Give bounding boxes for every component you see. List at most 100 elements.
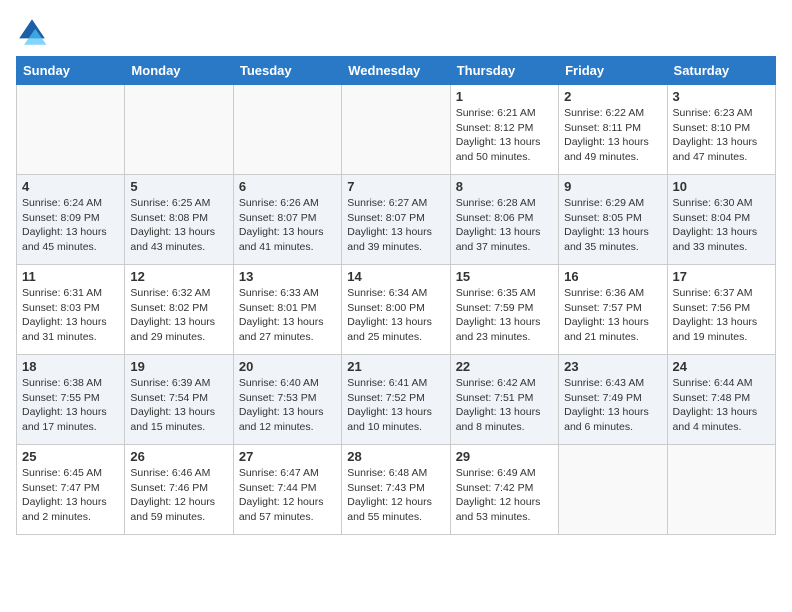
day-number: 20 [239,359,336,374]
calendar-cell: 10 Sunrise: 6:30 AMSunset: 8:04 PMDayligh… [667,175,775,265]
calendar-cell: 23 Sunrise: 6:43 AMSunset: 7:49 PMDayligh… [559,355,667,445]
calendar-cell: 18 Sunrise: 6:38 AMSunset: 7:55 PMDayligh… [17,355,125,445]
calendar-cell: 13 Sunrise: 6:33 AMSunset: 8:01 PMDayligh… [233,265,341,355]
calendar-cell: 11 Sunrise: 6:31 AMSunset: 8:03 PMDayligh… [17,265,125,355]
calendar-cell: 7 Sunrise: 6:27 AMSunset: 8:07 PMDaylight… [342,175,450,265]
day-detail: Sunrise: 6:23 AMSunset: 8:10 PMDaylight:… [673,106,770,165]
day-number: 14 [347,269,444,284]
calendar-cell: 14 Sunrise: 6:34 AMSunset: 8:00 PMDayligh… [342,265,450,355]
calendar-week-row: 11 Sunrise: 6:31 AMSunset: 8:03 PMDayligh… [17,265,776,355]
day-detail: Sunrise: 6:35 AMSunset: 7:59 PMDaylight:… [456,286,553,345]
calendar-day-header: Wednesday [342,57,450,85]
calendar-cell: 4 Sunrise: 6:24 AMSunset: 8:09 PMDaylight… [17,175,125,265]
day-detail: Sunrise: 6:37 AMSunset: 7:56 PMDaylight:… [673,286,770,345]
day-detail: Sunrise: 6:46 AMSunset: 7:46 PMDaylight:… [130,466,227,525]
calendar-cell: 19Sunrise: 6:39 AMSunset: 7:54 PMDayligh… [125,355,233,445]
calendar-cell: 6 Sunrise: 6:26 AMSunset: 8:07 PMDaylight… [233,175,341,265]
calendar-cell: 22 Sunrise: 6:42 AMSunset: 7:51 PMDayligh… [450,355,558,445]
day-number: 23 [564,359,661,374]
calendar-cell [559,445,667,535]
day-number: 21 [347,359,444,374]
day-detail: Sunrise: 6:28 AMSunset: 8:06 PMDaylight:… [456,196,553,255]
calendar-week-row: 25 Sunrise: 6:45 AMSunset: 7:47 PMDayligh… [17,445,776,535]
day-detail: Sunrise: 6:26 AMSunset: 8:07 PMDaylight:… [239,196,336,255]
calendar-cell: 12 Sunrise: 6:32 AMSunset: 8:02 PMDayligh… [125,265,233,355]
day-detail: Sunrise: 6:40 AMSunset: 7:53 PMDaylight:… [239,376,336,435]
day-detail: Sunrise: 6:24 AMSunset: 8:09 PMDaylight:… [22,196,119,255]
calendar-cell [233,85,341,175]
day-number: 18 [22,359,119,374]
day-number: 8 [456,179,553,194]
day-detail: Sunrise: 6:30 AMSunset: 8:04 PMDaylight:… [673,196,770,255]
calendar-cell: 8 Sunrise: 6:28 AMSunset: 8:06 PMDaylight… [450,175,558,265]
day-number: 6 [239,179,336,194]
day-number: 9 [564,179,661,194]
day-number: 28 [347,449,444,464]
day-detail: Sunrise: 6:32 AMSunset: 8:02 PMDaylight:… [130,286,227,345]
day-number: 25 [22,449,119,464]
day-detail: Sunrise: 6:38 AMSunset: 7:55 PMDaylight:… [22,376,119,435]
day-number: 17 [673,269,770,284]
calendar-cell [667,445,775,535]
day-number: 29 [456,449,553,464]
day-detail: Sunrise: 6:45 AMSunset: 7:47 PMDaylight:… [22,466,119,525]
day-number: 5 [130,179,227,194]
day-detail: Sunrise: 6:27 AMSunset: 8:07 PMDaylight:… [347,196,444,255]
logo [16,16,52,48]
day-number: 22 [456,359,553,374]
day-number: 7 [347,179,444,194]
calendar-cell: 25 Sunrise: 6:45 AMSunset: 7:47 PMDayligh… [17,445,125,535]
day-detail: Sunrise: 6:42 AMSunset: 7:51 PMDaylight:… [456,376,553,435]
day-detail: Sunrise: 6:44 AMSunset: 7:48 PMDaylight:… [673,376,770,435]
day-number: 1 [456,89,553,104]
day-detail: Sunrise: 6:39 AMSunset: 7:54 PMDaylight:… [130,376,227,435]
calendar-cell: 21 Sunrise: 6:41 AMSunset: 7:52 PMDayligh… [342,355,450,445]
page-header [16,16,776,48]
calendar-cell [125,85,233,175]
calendar-cell: 27 Sunrise: 6:47 AMSunset: 7:44 PMDayligh… [233,445,341,535]
day-detail: Sunrise: 6:34 AMSunset: 8:00 PMDaylight:… [347,286,444,345]
day-number: 27 [239,449,336,464]
day-number: 10 [673,179,770,194]
day-detail: Sunrise: 6:33 AMSunset: 8:01 PMDaylight:… [239,286,336,345]
day-number: 15 [456,269,553,284]
calendar-cell: 1 Sunrise: 6:21 AMSunset: 8:12 PMDaylight… [450,85,558,175]
calendar-header-row: SundayMondayTuesdayWednesdayThursdayFrid… [17,57,776,85]
calendar-cell: 24 Sunrise: 6:44 AMSunset: 7:48 PMDayligh… [667,355,775,445]
day-number: 24 [673,359,770,374]
calendar-cell: 3 Sunrise: 6:23 AMSunset: 8:10 PMDaylight… [667,85,775,175]
calendar-day-header: Friday [559,57,667,85]
day-number: 11 [22,269,119,284]
calendar-day-header: Thursday [450,57,558,85]
calendar-cell: 15 Sunrise: 6:35 AMSunset: 7:59 PMDayligh… [450,265,558,355]
logo-icon [16,16,48,48]
day-number: 13 [239,269,336,284]
day-number: 3 [673,89,770,104]
calendar-day-header: Monday [125,57,233,85]
day-detail: Sunrise: 6:41 AMSunset: 7:52 PMDaylight:… [347,376,444,435]
day-number: 4 [22,179,119,194]
calendar-cell: 26Sunrise: 6:46 AMSunset: 7:46 PMDayligh… [125,445,233,535]
day-detail: Sunrise: 6:31 AMSunset: 8:03 PMDaylight:… [22,286,119,345]
day-detail: Sunrise: 6:36 AMSunset: 7:57 PMDaylight:… [564,286,661,345]
calendar-cell [342,85,450,175]
day-detail: Sunrise: 6:29 AMSunset: 8:05 PMDaylight:… [564,196,661,255]
calendar-cell: 2Sunrise: 6:22 AMSunset: 8:11 PMDaylight… [559,85,667,175]
calendar-cell [17,85,125,175]
day-detail: Sunrise: 6:49 AMSunset: 7:42 PMDaylight:… [456,466,553,525]
calendar-week-row: 4 Sunrise: 6:24 AMSunset: 8:09 PMDaylight… [17,175,776,265]
calendar-cell: 9 Sunrise: 6:29 AMSunset: 8:05 PMDaylight… [559,175,667,265]
day-detail: Sunrise: 6:47 AMSunset: 7:44 PMDaylight:… [239,466,336,525]
calendar-day-header: Saturday [667,57,775,85]
day-detail: Sunrise: 6:25 AMSunset: 8:08 PMDaylight:… [130,196,227,255]
calendar-cell: 29 Sunrise: 6:49 AMSunset: 7:42 PMDayligh… [450,445,558,535]
calendar-cell: 20 Sunrise: 6:40 AMSunset: 7:53 PMDayligh… [233,355,341,445]
day-number: 12 [130,269,227,284]
calendar-table: SundayMondayTuesdayWednesdayThursdayFrid… [16,56,776,535]
day-number: 2 [564,89,661,104]
calendar-cell: 16Sunrise: 6:36 AMSunset: 7:57 PMDayligh… [559,265,667,355]
day-detail: Sunrise: 6:21 AMSunset: 8:12 PMDaylight:… [456,106,553,165]
calendar-day-header: Tuesday [233,57,341,85]
calendar-cell: 28Sunrise: 6:48 AMSunset: 7:43 PMDayligh… [342,445,450,535]
day-detail: Sunrise: 6:43 AMSunset: 7:49 PMDaylight:… [564,376,661,435]
